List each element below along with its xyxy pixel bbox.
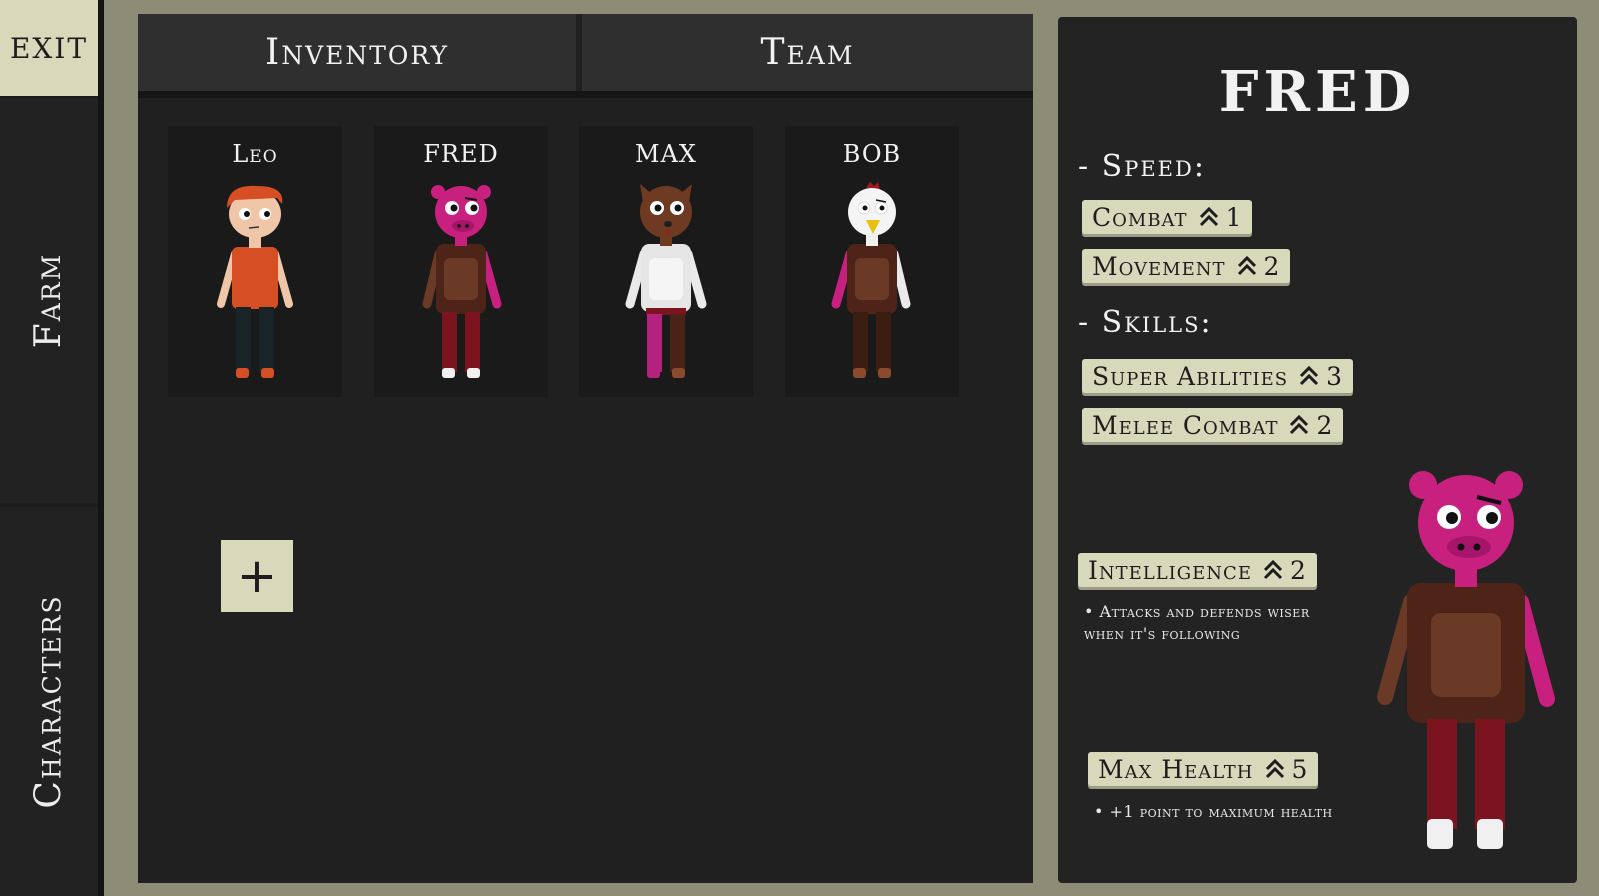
- stat-label: Max Health: [1098, 754, 1254, 784]
- character-card-name: Leo: [232, 140, 278, 168]
- stat-intelligence-badge[interactable]: Intelligence 2: [1078, 553, 1317, 587]
- character-card-bob[interactable]: BOB: [785, 126, 959, 397]
- double-chevron-up-icon: [1290, 414, 1309, 435]
- tab-team[interactable]: Team: [582, 14, 1033, 91]
- sidebar-tab-farm[interactable]: Farm: [0, 98, 98, 503]
- stat-value: 2: [1289, 555, 1307, 585]
- character-card-fred[interactable]: FRED: [374, 126, 548, 397]
- inventory-panel: Inventory Team Leo FRED MAX BOB +: [138, 14, 1033, 883]
- stat-value: 5: [1291, 754, 1309, 784]
- character-name-title: FRED: [1218, 59, 1417, 125]
- double-chevron-up-icon: [1237, 255, 1256, 276]
- stat-intelligence-description: • Attacks and defends wiser when it's fo…: [1084, 602, 1310, 643]
- character-card-leo[interactable]: Leo: [168, 126, 342, 397]
- pig-character-icon: [422, 185, 502, 378]
- skills-section-label: - Skills:: [1078, 305, 1213, 340]
- dog-character-icon: [625, 184, 707, 378]
- stat-value: 1: [1225, 202, 1243, 232]
- double-chevron-up-icon: [1265, 758, 1284, 779]
- speed-section-label: - Speed:: [1078, 149, 1206, 184]
- sidebar-tab-characters[interactable]: Characters: [0, 507, 98, 896]
- sidebar-divider: [98, 0, 104, 896]
- stat-max-health-badge[interactable]: Max Health 5: [1088, 752, 1319, 786]
- character-card-name: FRED: [423, 140, 499, 168]
- tab-inventory[interactable]: Inventory: [138, 14, 576, 91]
- stat-label: Combat: [1092, 202, 1188, 232]
- add-character-button[interactable]: +: [221, 540, 293, 612]
- stat-movement-badge[interactable]: Movement 2: [1082, 249, 1291, 283]
- sidebar-tab-farm-label: Farm: [28, 252, 70, 349]
- stat-super-abilities-badge[interactable]: Super Abilities 3: [1082, 359, 1353, 393]
- sidebar: EXIT Farm Characters: [0, 0, 104, 896]
- stat-label: Super Abilities: [1092, 361, 1289, 391]
- stat-value: 2: [1316, 410, 1334, 440]
- stat-combat-badge[interactable]: Combat 1: [1082, 200, 1253, 234]
- tab-divider: [138, 91, 1033, 98]
- stat-label: Movement: [1092, 251, 1226, 281]
- sidebar-tab-characters-label: Characters: [28, 594, 70, 809]
- double-chevron-up-icon: [1199, 206, 1218, 227]
- exit-button[interactable]: EXIT: [0, 0, 98, 96]
- stat-melee-combat-badge[interactable]: Melee Combat 2: [1082, 408, 1344, 442]
- human-character-icon: [217, 185, 293, 378]
- character-card-name: MAX: [635, 140, 697, 168]
- stat-value: 3: [1326, 361, 1343, 391]
- character-detail-panel: FRED - Speed: Combat 1 Movement 2 - Skil…: [1058, 17, 1577, 883]
- double-chevron-up-icon: [1300, 365, 1319, 386]
- stat-max-health-description: • +1 point to maximum health: [1094, 802, 1333, 821]
- pig-character-portrait: [1377, 471, 1555, 849]
- stat-label: Intelligence: [1088, 555, 1252, 585]
- character-card-name: BOB: [842, 140, 902, 168]
- double-chevron-up-icon: [1263, 559, 1283, 580]
- chicken-character-icon: [831, 182, 911, 378]
- stat-value: 2: [1263, 251, 1281, 281]
- stat-label: Melee Combat: [1092, 410, 1279, 440]
- character-card-max[interactable]: MAX: [579, 126, 753, 397]
